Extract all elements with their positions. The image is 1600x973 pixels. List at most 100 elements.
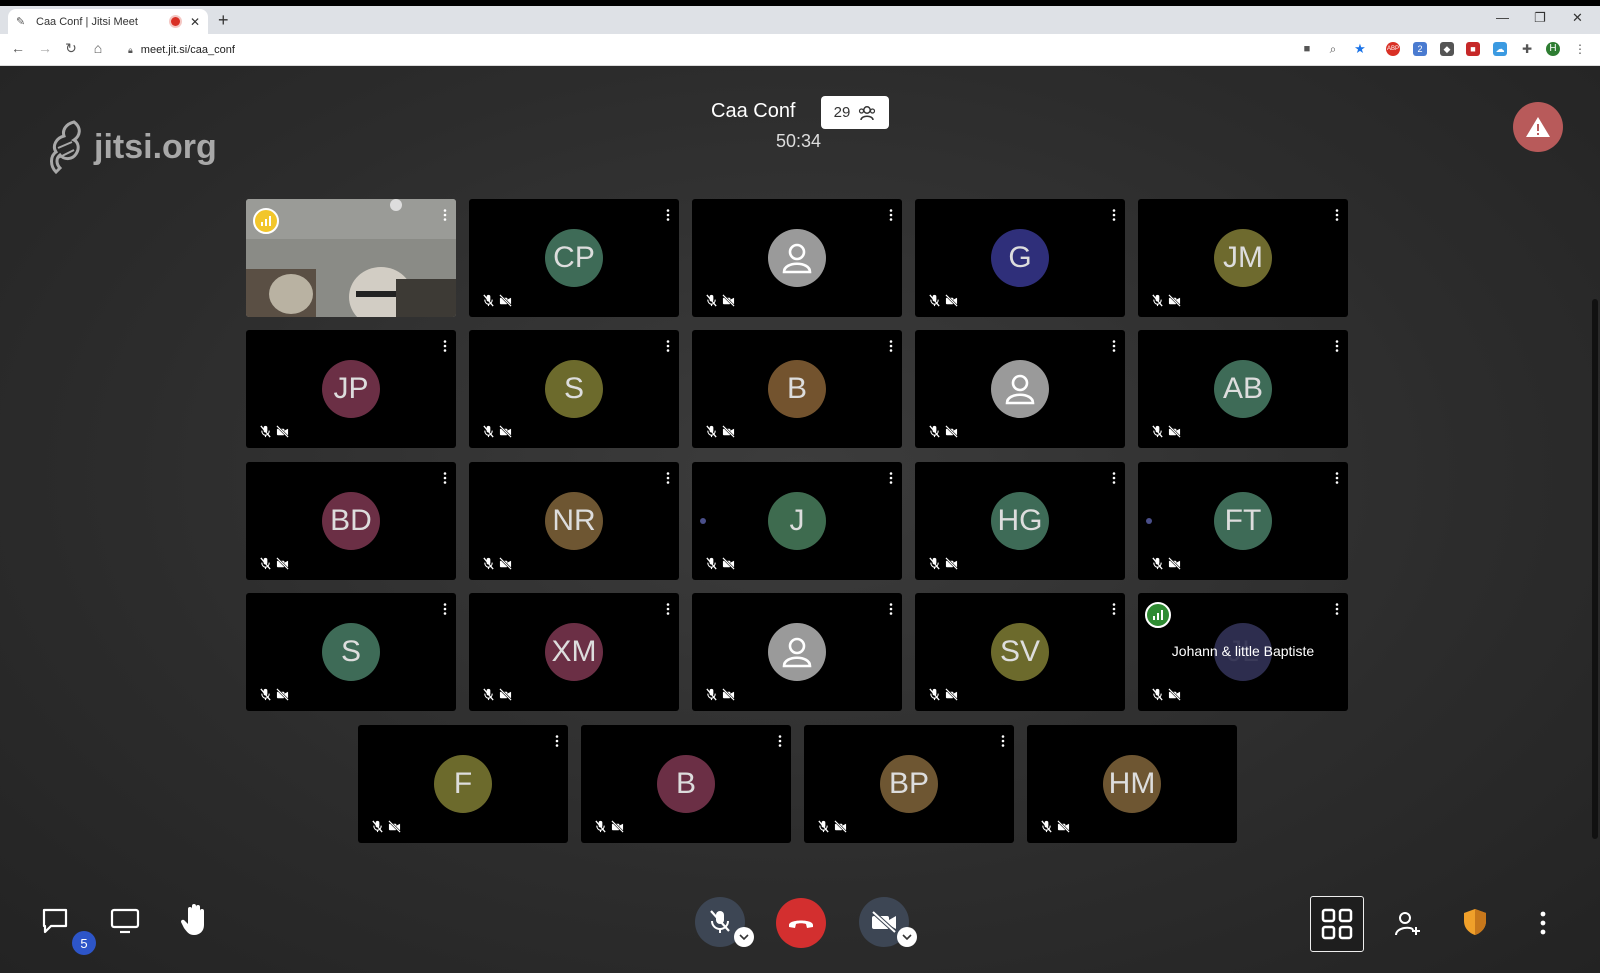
more-actions-button[interactable] (1533, 909, 1553, 937)
camera-icon[interactable]: ■ (1300, 42, 1314, 56)
shield-extension-icon[interactable]: ◆ (1440, 42, 1454, 56)
tile-menu-icon[interactable] (440, 603, 450, 615)
participant-tile[interactable]: CP (469, 199, 679, 317)
participant-tile[interactable] (246, 199, 456, 317)
tile-menu-icon[interactable] (1109, 472, 1119, 484)
tile-menu-icon[interactable] (1332, 472, 1342, 484)
tile-menu-icon[interactable] (1109, 340, 1119, 352)
warning-button[interactable] (1513, 102, 1563, 152)
tile-menu-icon[interactable] (440, 209, 450, 221)
participant-tile[interactable] (692, 593, 902, 711)
tile-menu-icon[interactable] (886, 472, 896, 484)
microphone-options-button[interactable] (734, 927, 754, 947)
tile-menu-icon[interactable] (1109, 209, 1119, 221)
scrollbar[interactable] (1592, 299, 1598, 839)
avatar: S (322, 623, 380, 681)
close-tab-icon[interactable]: ✕ (190, 15, 200, 29)
participant-tile[interactable]: BP (804, 725, 1014, 843)
participant-tile[interactable] (915, 330, 1125, 448)
address-bar[interactable]: 🔒︎ meet.jit.si/caa_conf (118, 37, 1298, 63)
participant-tile[interactable]: S (469, 330, 679, 448)
participant-tile[interactable]: B (692, 330, 902, 448)
participant-tile[interactable]: B (581, 725, 791, 843)
participant-tile[interactable]: XM (469, 593, 679, 711)
participant-tile[interactable]: S (246, 593, 456, 711)
tile-menu-icon[interactable] (663, 603, 673, 615)
tile-menu-icon[interactable] (663, 209, 673, 221)
camera-muted-icon (276, 557, 289, 570)
participant-tile[interactable]: AB (1138, 330, 1348, 448)
more-vertical-icon (1001, 735, 1005, 747)
participant-tile[interactable]: F (358, 725, 568, 843)
participant-tile[interactable]: JP (246, 330, 456, 448)
avatar: S (545, 360, 603, 418)
participant-tile[interactable]: HM (1027, 725, 1237, 843)
reload-icon[interactable]: ↻ (62, 40, 80, 57)
hangup-button[interactable] (776, 898, 826, 948)
connection-indicator-icon[interactable] (253, 208, 279, 234)
tile-menu-icon[interactable] (1332, 603, 1342, 615)
tile-menu-icon[interactable] (440, 340, 450, 352)
tile-menu-icon[interactable] (775, 735, 785, 747)
adblock-icon[interactable]: ABP (1386, 42, 1400, 56)
invite-people-button[interactable] (1393, 909, 1423, 939)
chat-button[interactable] (40, 906, 70, 936)
close-window-icon[interactable]: ✕ (1572, 10, 1583, 26)
tile-menu-icon[interactable] (1332, 340, 1342, 352)
jitsi-logo[interactable]: jitsi.org (46, 118, 217, 176)
extension-icon[interactable]: 2 (1413, 42, 1427, 56)
meeting-area: jitsi.org Caa Conf 29 50:34 CP G JM JP S B AB B… (0, 66, 1600, 973)
screen-share-button[interactable] (108, 906, 142, 936)
bookmark-star-icon[interactable]: ★ (1353, 42, 1367, 56)
tile-menu-icon[interactable] (1109, 603, 1119, 615)
tile-menu-icon[interactable] (998, 735, 1008, 747)
cloud-icon[interactable]: ☁ (1493, 42, 1507, 56)
participant-tile[interactable]: JL Johann & little Baptiste (1138, 593, 1348, 711)
tile-menu-icon[interactable] (886, 603, 896, 615)
browser-menu-icon[interactable]: ⋮ (1573, 42, 1587, 56)
participant-tile[interactable]: FT (1138, 462, 1348, 580)
participant-tile[interactable]: J (692, 462, 902, 580)
avatar: JM (1214, 229, 1272, 287)
camera-muted-icon (945, 294, 958, 307)
participant-tile[interactable]: HG (915, 462, 1125, 580)
tile-status-indicators (1151, 557, 1181, 570)
camera-muted-icon (722, 688, 735, 701)
more-vertical-icon (889, 603, 893, 615)
puzzle-icon[interactable]: ✚ (1520, 42, 1534, 56)
security-options-button[interactable] (1460, 906, 1490, 938)
tile-menu-icon[interactable] (663, 340, 673, 352)
profile-avatar[interactable]: H (1546, 42, 1560, 56)
browser-tab[interactable]: ✎ Caa Conf | Jitsi Meet ✕ (8, 9, 208, 34)
participant-tile[interactable]: G (915, 199, 1125, 317)
tile-menu-icon[interactable] (552, 735, 562, 747)
browser-toolbar: ← → ↻ ⌂ 🔒︎ meet.jit.si/caa_conf ■ ⌕ ★ AB… (0, 34, 1600, 66)
participant-tile[interactable] (692, 199, 902, 317)
home-icon[interactable]: ⌂ (89, 40, 107, 56)
tile-menu-icon[interactable] (886, 209, 896, 221)
back-icon[interactable]: ← (9, 40, 27, 56)
participants-icon (859, 105, 876, 120)
participant-tile[interactable]: SV (915, 593, 1125, 711)
camera-muted-icon (1168, 688, 1181, 701)
participant-count-badge[interactable]: 29 (821, 96, 889, 129)
forward-icon[interactable]: → (36, 40, 54, 56)
restore-icon[interactable]: ❐ (1534, 10, 1546, 26)
minimize-icon[interactable]: — (1496, 10, 1509, 25)
tile-menu-icon[interactable] (440, 472, 450, 484)
participant-tile[interactable]: JM (1138, 199, 1348, 317)
participant-tile[interactable]: NR (469, 462, 679, 580)
avatar: FT (1214, 492, 1272, 550)
zoom-icon[interactable]: ⌕ (1326, 42, 1340, 56)
tile-view-button[interactable] (1310, 896, 1364, 952)
participant-tile[interactable]: BD (246, 462, 456, 580)
conference-timer: 50:34 (776, 131, 822, 151)
camera-options-button[interactable] (897, 927, 917, 947)
connection-indicator-icon[interactable] (1145, 602, 1171, 628)
tile-menu-icon[interactable] (1332, 209, 1342, 221)
tile-menu-icon[interactable] (886, 340, 896, 352)
extension-red-icon[interactable]: ■ (1466, 42, 1480, 56)
raise-hand-button[interactable] (178, 902, 212, 938)
new-tab-button[interactable]: + (218, 10, 229, 31)
tile-menu-icon[interactable] (663, 472, 673, 484)
